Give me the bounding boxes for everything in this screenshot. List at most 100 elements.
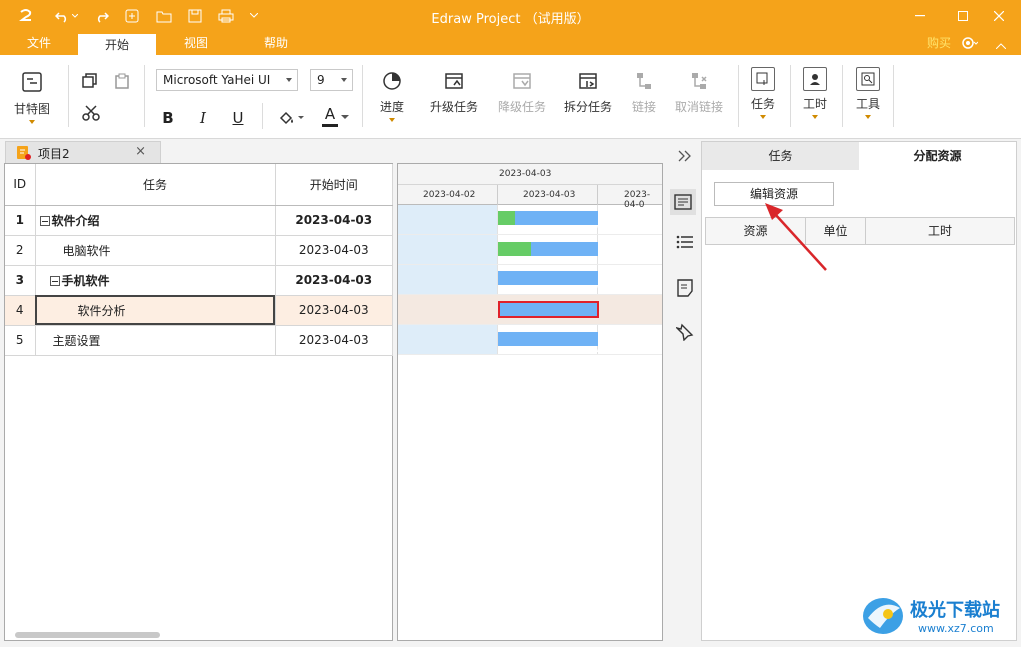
task-button[interactable]: 任务 [751, 67, 775, 119]
font-name-select[interactable]: Microsoft YaHei UI [156, 69, 298, 91]
pin-icon[interactable] [674, 321, 696, 343]
italic-button[interactable]: I [192, 107, 214, 129]
collapse-icon[interactable] [49, 275, 60, 286]
gantt-timescale-bottom: 2023-04-02 2023-04-03 2023-04-0 [398, 185, 662, 210]
ribbon-separator [68, 65, 69, 127]
gantt-row [398, 325, 662, 355]
upgrade-task-label: 升级任务 [430, 100, 479, 114]
split-task-label: 拆分任务 [564, 100, 613, 114]
progress-caret-icon [389, 118, 395, 122]
side-toolbar [664, 141, 700, 641]
copy-icon[interactable] [82, 73, 98, 92]
chevron-down-icon [341, 78, 347, 82]
menu-file[interactable]: 文件 [0, 32, 78, 55]
row-id: 2 [5, 235, 36, 266]
expand-panel-icon[interactable] [674, 145, 696, 167]
unlink-icon [689, 71, 709, 94]
bold-button[interactable]: B [157, 107, 179, 129]
watermark-url: www.xz7.com [918, 622, 994, 635]
worktime-icon [803, 67, 827, 91]
row-start[interactable]: 2023-04-03 [275, 295, 393, 326]
row-start[interactable]: 2023-04-03 [275, 265, 393, 296]
paste-icon[interactable] [114, 73, 130, 92]
gantt-view-button[interactable]: 甘特图 [14, 71, 50, 124]
column-header-worktime[interactable]: 工时 [866, 218, 1014, 244]
tab-task[interactable]: 任务 [702, 142, 859, 170]
progress-button[interactable]: 进度 [380, 71, 404, 122]
gantt-row [398, 205, 662, 235]
maximize-button[interactable] [948, 4, 978, 28]
row-id: 5 [5, 325, 36, 356]
table-row-selected[interactable]: 4 软件分析 2023-04-03 [5, 295, 393, 326]
note-icon[interactable] [674, 277, 696, 299]
pie-chart-icon [382, 71, 402, 94]
table-row[interactable]: 2 电脑软件 2023-04-03 [5, 235, 393, 266]
underline-button[interactable]: U [227, 107, 249, 129]
gantt-task-bar[interactable] [498, 332, 598, 346]
resource-table-header: 资源 单位 工时 [705, 217, 1015, 245]
downgrade-task-button[interactable]: 降级任务 [498, 71, 546, 115]
gantt-date-1: 2023-04-02 [423, 190, 476, 200]
table-row[interactable]: 1 软件介绍 2023-04-03 [5, 205, 393, 236]
column-header-unit[interactable]: 单位 [806, 218, 866, 244]
row-id: 3 [5, 265, 36, 296]
list-icon[interactable] [674, 231, 696, 253]
row-task-label: 主题设置 [52, 333, 101, 348]
upgrade-task-button[interactable]: 升级任务 [430, 71, 478, 115]
close-window-button[interactable] [984, 4, 1014, 28]
menu-view[interactable]: 视图 [157, 32, 235, 55]
column-header-start[interactable]: 开始时间 [275, 164, 393, 206]
tools-label: 工具 [856, 97, 881, 111]
row-task[interactable]: 软件介绍 [35, 205, 276, 236]
downgrade-task-label: 降级任务 [498, 100, 547, 114]
gantt-timescale-top: 2023-04-03 [398, 164, 662, 185]
gantt-summary-notch [498, 285, 598, 291]
ribbon-separator [842, 65, 843, 127]
app-title: Edraw Project （试用版） [431, 12, 590, 27]
font-size-select[interactable]: 9 [310, 69, 353, 91]
menu-help[interactable]: 帮助 [237, 32, 315, 55]
column-header-task[interactable]: 任务 [35, 164, 276, 206]
collapse-icon[interactable] [39, 215, 50, 226]
settings-gear-icon[interactable] [960, 35, 979, 54]
menu-bar: 文件 开始 视图 帮助 购买 [0, 32, 1021, 55]
buy-link[interactable]: 购买 [927, 32, 951, 55]
row-task[interactable]: 软件分析 [35, 295, 276, 326]
tab-assign-resources[interactable]: 分配资源 [859, 142, 1016, 170]
menu-home[interactable]: 开始 [78, 32, 156, 55]
row-task[interactable]: 主题设置 [35, 325, 276, 356]
tools-icon [856, 67, 880, 91]
tools-button[interactable]: 工具 [856, 67, 880, 119]
link-icon [634, 71, 654, 94]
close-tab-icon[interactable]: × [135, 144, 146, 159]
link-button[interactable]: 链接 [632, 71, 656, 115]
gantt-summary-bar[interactable] [498, 271, 598, 285]
gantt-chart: 2023-04-03 2023-04-02 2023-04-03 2023-04… [397, 163, 663, 641]
gantt-top-date: 2023-04-03 [499, 169, 552, 179]
minimize-button[interactable] [905, 4, 935, 28]
column-header-resource[interactable]: 资源 [706, 218, 806, 244]
document-tab[interactable]: 项目2 × [5, 141, 161, 163]
row-start[interactable]: 2023-04-03 [275, 205, 393, 236]
task-info-icon[interactable] [670, 189, 696, 215]
fill-color-icon[interactable] [278, 110, 304, 129]
row-start[interactable]: 2023-04-03 [275, 235, 393, 266]
split-task-button[interactable]: 拆分任务 [564, 71, 612, 115]
row-start[interactable]: 2023-04-03 [275, 325, 393, 356]
table-row[interactable]: 3 手机软件 2023-04-03 [5, 265, 393, 296]
font-color-button[interactable]: A [322, 107, 349, 127]
grid-horizontal-scrollbar[interactable] [15, 632, 160, 638]
unlink-button[interactable]: 取消链接 [675, 71, 723, 115]
right-panel: 任务 分配资源 编辑资源 资源 单位 工时 [701, 141, 1017, 641]
row-task[interactable]: 电脑软件 [35, 235, 276, 266]
row-task[interactable]: 手机软件 [35, 265, 276, 296]
edit-resources-button[interactable]: 编辑资源 [714, 182, 834, 206]
column-header-id[interactable]: ID [5, 164, 36, 206]
tools-caret-icon [865, 115, 871, 119]
cut-icon[interactable] [82, 105, 100, 124]
collapse-ribbon-icon[interactable] [995, 38, 1007, 52]
gantt-task-bar-selected[interactable] [498, 301, 599, 318]
worktime-button[interactable]: 工时 [803, 67, 827, 119]
table-row[interactable]: 5 主题设置 2023-04-03 [5, 325, 393, 356]
worktime-caret-icon [812, 115, 818, 119]
